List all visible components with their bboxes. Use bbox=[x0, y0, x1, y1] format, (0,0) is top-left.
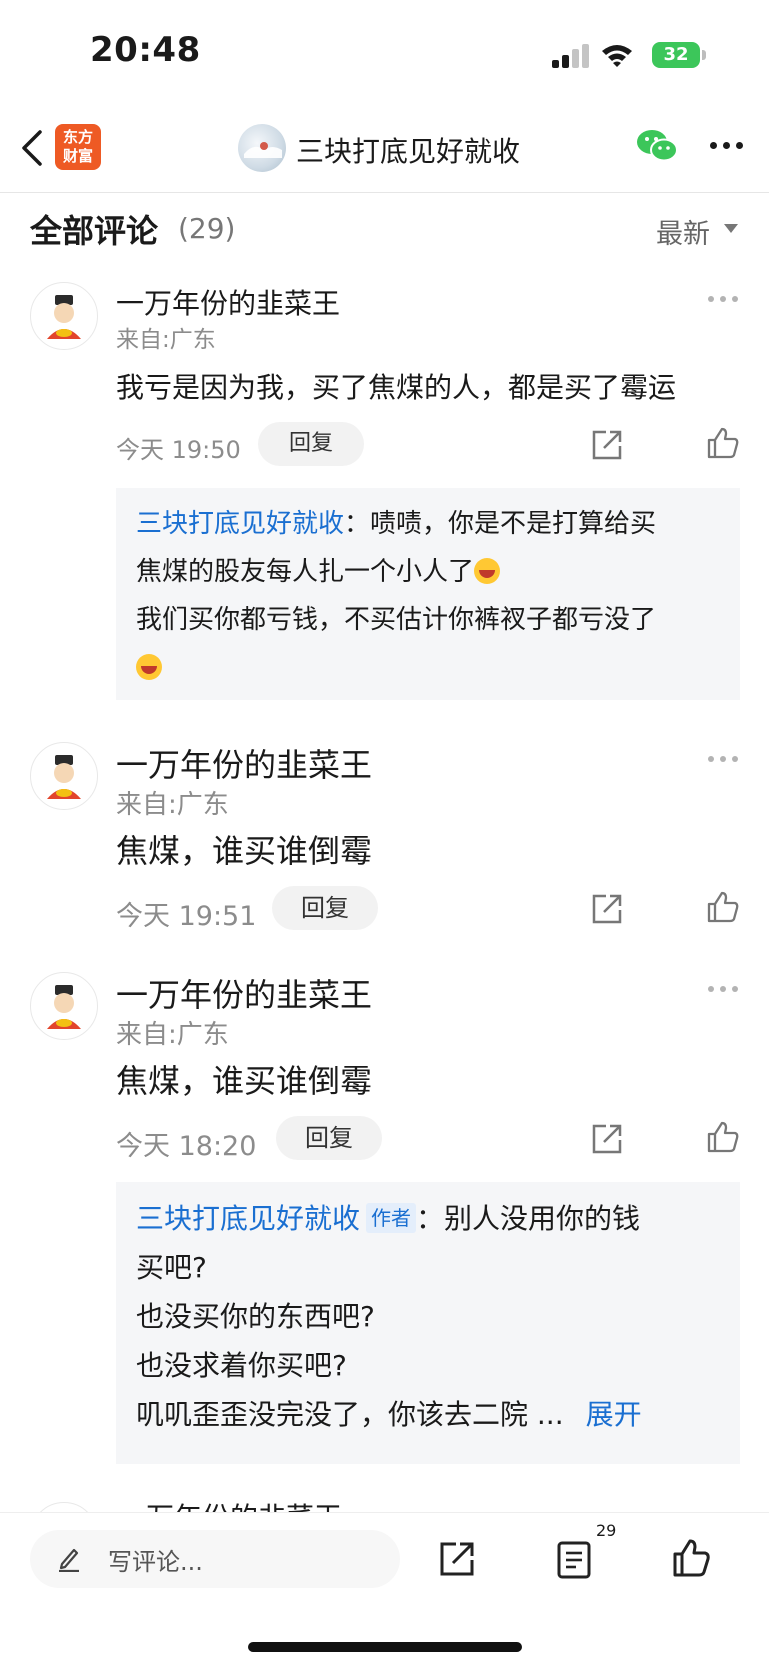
comment-time: 今天 19:51 bbox=[116, 901, 257, 932]
commenter-location: 来自:广东 bbox=[116, 1020, 229, 1050]
comment-time: 今天 19:50 bbox=[116, 436, 241, 464]
reply-button[interactable]: 回复 bbox=[276, 1116, 382, 1160]
comment-input[interactable] bbox=[30, 1530, 400, 1588]
commenter-name[interactable]: 一万年份的韭菜王 bbox=[116, 740, 372, 786]
section-title: 全部评论 bbox=[30, 212, 159, 250]
author-tag-badge: 作者 bbox=[366, 1203, 417, 1233]
author-avatar[interactable] bbox=[238, 124, 286, 172]
reply-line: 啧啧，你是不是打算给买 bbox=[370, 509, 657, 539]
comment-text: 我亏是因为我，买了焦煤的人，都是买了霉运 bbox=[116, 371, 677, 404]
reply-line: 我们买你都亏钱，不买估计你裤衩子都亏没了 bbox=[136, 605, 657, 635]
share-icon[interactable] bbox=[438, 1540, 476, 1578]
comment-placeholder[interactable]: 写评论... bbox=[108, 1542, 203, 1577]
reply-line: 也没买你的东西吧? bbox=[136, 1300, 375, 1333]
reply-separator: ： bbox=[344, 509, 371, 539]
comments-list-icon[interactable] bbox=[556, 1540, 592, 1580]
comment-count: (29) bbox=[178, 212, 236, 245]
commenter-avatar[interactable] bbox=[30, 282, 98, 350]
nav-divider bbox=[0, 192, 769, 193]
fortune-god-icon bbox=[47, 295, 81, 339]
reply-line: 也没求着你买吧? bbox=[136, 1349, 347, 1382]
laugh-emoji-icon bbox=[136, 654, 162, 680]
logo-line2: 财富 bbox=[62, 147, 93, 165]
reply-author-name[interactable]: 三块打底见好就收 bbox=[136, 509, 344, 539]
reply-content: 三块打底见好就收：啧啧，你是不是打算给买 焦煤的股友每人扎一个小人了 我们买你都… bbox=[136, 500, 736, 692]
reply-button[interactable]: 回复 bbox=[258, 422, 364, 466]
share-icon[interactable] bbox=[590, 428, 624, 462]
home-indicator bbox=[248, 1642, 522, 1652]
reply-author-name[interactable]: 三块打底见好就收 bbox=[136, 1202, 360, 1235]
commenter-location: 来自:广东 bbox=[116, 790, 229, 820]
share-icon[interactable] bbox=[590, 1122, 624, 1156]
commenter-location: 来自:广东 bbox=[116, 327, 216, 353]
expand-link[interactable]: 展开 bbox=[586, 1398, 642, 1431]
reply-button[interactable]: 回复 bbox=[272, 886, 378, 930]
comment-more-icon[interactable] bbox=[708, 296, 738, 302]
comment-more-icon[interactable] bbox=[708, 756, 738, 762]
commenter-avatar[interactable] bbox=[30, 742, 98, 810]
cellular-signal-icon bbox=[552, 44, 589, 68]
commenter-name[interactable]: 一万年份的韭菜王 bbox=[116, 970, 372, 1016]
battery-tip bbox=[702, 50, 706, 60]
commenter-name[interactable]: 一万年份的韭菜王 bbox=[116, 282, 340, 322]
wechat-share-icon[interactable] bbox=[636, 128, 678, 164]
more-options-icon[interactable] bbox=[710, 142, 746, 150]
reply-line: 别人没用你的钱 bbox=[444, 1202, 641, 1235]
like-icon[interactable] bbox=[706, 426, 740, 460]
fortune-god-icon bbox=[47, 755, 81, 799]
fortune-god-icon bbox=[47, 985, 81, 1029]
reply-separator: ： bbox=[416, 1202, 445, 1235]
comments-count-badge: 29 bbox=[596, 1521, 617, 1540]
share-icon[interactable] bbox=[590, 892, 624, 926]
comment-text: 焦煤，谁买谁倒霉 bbox=[116, 832, 373, 870]
commenter-avatar[interactable] bbox=[30, 972, 98, 1040]
avatar-image bbox=[244, 142, 282, 158]
sort-dropdown[interactable]: 最新 bbox=[656, 212, 710, 251]
status-time: 20:48 bbox=[90, 30, 201, 70]
comment-text: 焦煤，谁买谁倒霉 bbox=[116, 1062, 373, 1100]
comment-time: 今天 18:20 bbox=[116, 1131, 257, 1162]
battery-icon: 32 bbox=[652, 42, 700, 68]
wifi-icon bbox=[602, 45, 632, 67]
like-icon[interactable] bbox=[706, 1120, 740, 1154]
sort-caret-icon[interactable] bbox=[724, 224, 738, 233]
comment-more-icon[interactable] bbox=[708, 986, 738, 992]
logo-line1: 东方 bbox=[62, 128, 93, 146]
pencil-icon bbox=[59, 1548, 79, 1572]
page-title: 三块打底见好就收 bbox=[296, 135, 521, 168]
like-icon[interactable] bbox=[672, 1538, 710, 1578]
reply-line: 焦煤的股友每人扎一个小人了 bbox=[136, 557, 475, 587]
reply-line: 叽叽歪歪没完没了，你该去二院 ... bbox=[136, 1398, 564, 1431]
eastmoney-logo[interactable]: 东方 财富 bbox=[55, 124, 101, 170]
back-arrow-icon[interactable] bbox=[18, 126, 48, 170]
like-icon[interactable] bbox=[706, 890, 740, 924]
reply-line: 买吧? bbox=[136, 1251, 207, 1284]
reply-content: 三块打底见好就收 作者 ：别人没用你的钱 买吧? 也没买你的东西吧? 也没求着你买吧… bbox=[136, 1194, 726, 1439]
grin-emoji-icon bbox=[474, 558, 501, 584]
